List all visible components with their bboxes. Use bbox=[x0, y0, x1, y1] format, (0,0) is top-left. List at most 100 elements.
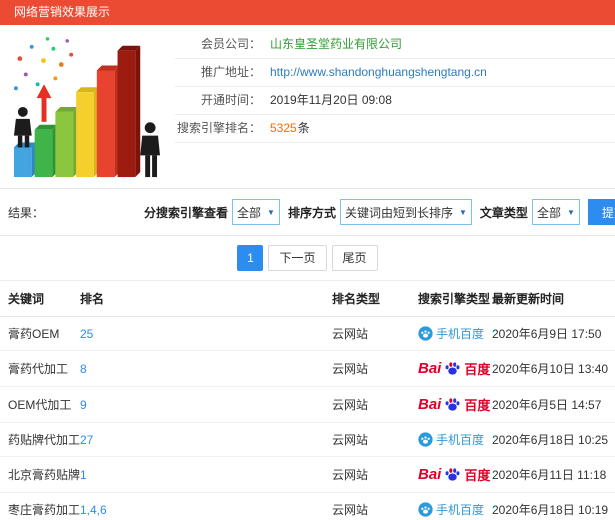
table-row: 膏药代加工 8 云网站 Bai 百度 2020年6月10日 13:40 bbox=[0, 350, 615, 387]
graphic-box bbox=[0, 31, 175, 188]
mobile-baidu-icon bbox=[418, 326, 433, 341]
info-label: 会员公司： bbox=[200, 37, 261, 51]
rank-cell: 27 bbox=[80, 422, 332, 457]
keyword-cell: 药贴牌代加工 bbox=[0, 422, 80, 457]
info-value: 2019年11月20日 09:08 bbox=[270, 93, 392, 107]
info-row: 推广地址： http://www.shandonghuangshengtang.c… bbox=[175, 59, 615, 87]
page-number-current[interactable]: 1 bbox=[237, 245, 264, 271]
table-row: 膏药OEM 25 云网站 手机百度 2020年6月9日 17:50 bbox=[0, 316, 615, 351]
rank-link[interactable]: 27 bbox=[80, 433, 93, 447]
table-header-row: 关键词 排名 排名类型 搜索引擎类型 最新更新时间 bbox=[0, 280, 615, 317]
marketing-report-page: 网络营销效果展示 会员公司： 山东皇圣堂药业有限公司 推广地址： http://… bbox=[0, 0, 615, 520]
filter-bar: 结果： 分搜索引擎查看 全部 ▼ 排序方式 关键词由短到长排序 ▼ 文章类型 全… bbox=[0, 189, 615, 236]
last-page-button[interactable]: 尾页 bbox=[331, 245, 378, 271]
member-info-section: 会员公司： 山东皇圣堂药业有限公司 推广地址： http://www.shandong… bbox=[0, 25, 615, 189]
rank-cell: 1 bbox=[80, 456, 332, 493]
baidu-paw-icon bbox=[445, 398, 460, 411]
growth-arrow-icon bbox=[36, 84, 52, 122]
rank-type-cell: 云网站 bbox=[332, 386, 418, 423]
pagination: 1 下一页 尾页 bbox=[0, 245, 615, 271]
baidu-logo-text-latin: Bai bbox=[418, 396, 442, 413]
rank-cell: 25 bbox=[80, 316, 332, 351]
rank-type-cell: 云网站 bbox=[332, 350, 418, 387]
submit-button[interactable]: 提交 bbox=[587, 199, 615, 225]
time-cell: 2020年6月9日 17:50 bbox=[492, 316, 615, 351]
table-row: 北京膏药贴牌 1 云网站 Bai 百度 2020年6月11日 11:18 bbox=[0, 456, 615, 493]
keyword-cell: 枣庄膏药加工 bbox=[0, 492, 80, 520]
rank-cell: 9 bbox=[80, 386, 332, 423]
rank-type-cell: 云网站 bbox=[332, 422, 418, 457]
engine-filter-select[interactable]: 全部 ▼ bbox=[232, 199, 280, 225]
marketing-growth-graphic bbox=[13, 37, 160, 178]
engine-cell: 手机百度 bbox=[418, 422, 492, 457]
chevron-down-icon: ▼ bbox=[267, 207, 275, 217]
filter-label-sort: 排序方式 bbox=[287, 205, 336, 220]
chevron-down-icon: ▼ bbox=[566, 207, 575, 217]
page-title-bar: 网络营销效果展示 bbox=[0, 0, 615, 25]
rank-type-cell: 云网站 bbox=[332, 492, 418, 520]
keyword-cell: 北京膏药贴牌 bbox=[0, 456, 80, 493]
info-row: 开通时间： 2019年11月20日 09:08 bbox=[175, 87, 615, 115]
engine-cell: Bai 百度 bbox=[418, 350, 492, 387]
engine-badge-baidu: Bai 百度 bbox=[418, 465, 492, 484]
mobile-baidu-icon bbox=[418, 432, 433, 447]
next-page-button[interactable]: 下一页 bbox=[268, 245, 327, 271]
baidu-logo-text-cjk: 百度 bbox=[464, 362, 491, 377]
engine-cell: 手机百度 bbox=[418, 316, 492, 351]
filter-label-engine: 分搜索引擎查看 bbox=[144, 205, 229, 220]
mobile-baidu-icon bbox=[418, 502, 433, 517]
rank-link[interactable]: 25 bbox=[80, 327, 93, 341]
column-header: 搜索引擎类型 bbox=[418, 280, 492, 317]
info-row: 会员公司： 山东皇圣堂药业有限公司 bbox=[175, 31, 615, 59]
column-header: 关键词 bbox=[0, 280, 80, 317]
baidu-paw-icon bbox=[445, 362, 460, 375]
info-label: 推广地址： bbox=[200, 65, 261, 79]
confetti-dots bbox=[13, 37, 74, 91]
article-type-select[interactable]: 全部 ▼ bbox=[531, 199, 580, 225]
info-value[interactable]: http://www.shandonghuangshengtang.cn bbox=[270, 65, 487, 79]
baidu-logo-text-cjk: 百度 bbox=[464, 468, 491, 483]
time-cell: 2020年6月10日 13:40 bbox=[492, 350, 615, 387]
rank-link[interactable]: 8 bbox=[80, 362, 87, 376]
engine-cell: Bai 百度 bbox=[418, 456, 492, 493]
keyword-cell: 膏药OEM bbox=[0, 316, 80, 351]
rank-cell: 8 bbox=[80, 350, 332, 387]
table-row: 枣庄膏药加工 1,4,6 云网站 手机百度 2020年6月18日 10:19 bbox=[0, 492, 615, 520]
baidu-logo-text-latin: Bai bbox=[418, 466, 442, 483]
time-cell: 2020年6月5日 14:57 bbox=[492, 386, 615, 423]
keyword-cell: 膏药代加工 bbox=[0, 350, 80, 387]
rank-cell: 1,4,6 bbox=[80, 492, 332, 520]
rank-link[interactable]: 9 bbox=[80, 398, 87, 412]
info-value[interactable]: 山东皇圣堂药业有限公司 bbox=[270, 37, 402, 51]
rank-link[interactable]: 1 bbox=[80, 468, 87, 482]
engine-badge-mobile: 手机百度 bbox=[418, 501, 492, 518]
sort-order-select[interactable]: 关键词由短到长排序 ▼ bbox=[339, 199, 472, 225]
mobile-baidu-label: 手机百度 bbox=[436, 503, 485, 517]
results-table: 关键词 排名 排名类型 搜索引擎类型 最新更新时间 膏药OEM 25 云网站 手机百度 2020… bbox=[0, 280, 615, 520]
info-rows: 会员公司： 山东皇圣堂药业有限公司 推广地址： http://www.shandong… bbox=[175, 31, 615, 188]
engine-badge-baidu: Bai 百度 bbox=[418, 359, 492, 378]
person-right-figure bbox=[140, 122, 160, 178]
rank-type-cell: 云网站 bbox=[332, 316, 418, 351]
sort-order-value: 关键词由短到长排序 bbox=[344, 205, 453, 220]
engine-badge-mobile: 手机百度 bbox=[418, 325, 492, 342]
column-header: 最新更新时间 bbox=[492, 280, 615, 317]
engine-filter-value: 全部 bbox=[237, 205, 262, 220]
baidu-logo-text-cjk: 百度 bbox=[464, 398, 491, 413]
keyword-cell: OEM代加工 bbox=[0, 386, 80, 423]
engine-cell: Bai 百度 bbox=[418, 386, 492, 423]
baidu-logo-text-latin: Bai bbox=[418, 360, 442, 377]
baidu-paw-icon bbox=[445, 468, 460, 481]
result-label: 结果： bbox=[8, 205, 45, 220]
rank-link[interactable]: 1,4,6 bbox=[80, 503, 107, 517]
engine-cell: 手机百度 bbox=[418, 492, 492, 520]
info-suffix: 条 bbox=[297, 121, 310, 135]
time-cell: 2020年6月18日 10:19 bbox=[492, 492, 615, 520]
table-row: OEM代加工 9 云网站 Bai 百度 2020年6月5日 14:57 bbox=[0, 386, 615, 423]
page-title: 网络营销效果展示 bbox=[14, 5, 111, 19]
info-value: 5325 bbox=[270, 121, 297, 135]
rank-type-cell: 云网站 bbox=[332, 456, 418, 493]
article-type-value: 全部 bbox=[536, 205, 561, 220]
info-row: 搜索引擎排名： 5325条 bbox=[175, 115, 615, 143]
engine-badge-baidu: Bai 百度 bbox=[418, 395, 492, 414]
